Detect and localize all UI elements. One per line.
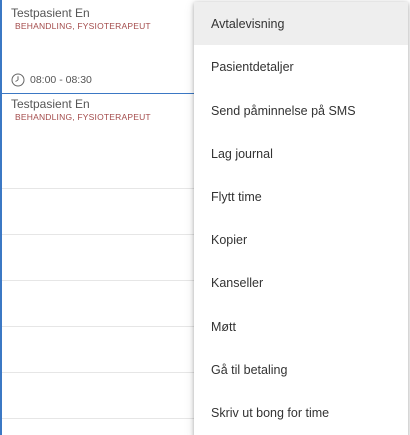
appointment-context-menu: Avtalevisning Pasientdetaljer Send påmin…	[194, 2, 408, 435]
menu-item-ga-til-betaling[interactable]: Gå til betaling	[194, 348, 408, 391]
appointment-type: BEHANDLING, FYSIOTERAPEUT	[15, 21, 151, 31]
menu-item-kopier[interactable]: Kopier	[194, 218, 408, 261]
menu-item-send-sms-reminder[interactable]: Send påminnelse på SMS	[194, 89, 408, 132]
menu-item-avtalevisning[interactable]: Avtalevisning	[194, 2, 408, 45]
grid-line	[2, 280, 194, 281]
menu-item-lag-journal[interactable]: Lag journal	[194, 132, 408, 175]
menu-item-skriv-ut-bong[interactable]: Skriv ut bong for time	[194, 391, 408, 434]
menu-item-flytt-time[interactable]: Flytt time	[194, 175, 408, 218]
appointment-patient-name: Testpasient En	[11, 97, 90, 111]
appointment-time: 08:00 - 08:30	[11, 73, 92, 87]
menu-item-mott[interactable]: Møtt	[194, 305, 408, 348]
grid-line	[2, 326, 194, 327]
appointment-card[interactable]: Testpasient En BEHANDLING, FYSIOTERAPEUT	[2, 94, 194, 144]
menu-item-kanseller[interactable]: Kanseller	[194, 261, 408, 304]
grid-line	[2, 234, 194, 235]
appointment-card[interactable]: Testpasient En BEHANDLING, FYSIOTERAPEUT…	[2, 0, 194, 94]
grid-line	[2, 188, 194, 189]
menu-item-pasientdetaljer[interactable]: Pasientdetaljer	[194, 45, 408, 88]
calendar-view: Testpasient En BEHANDLING, FYSIOTERAPEUT…	[0, 0, 410, 435]
appointment-patient-name: Testpasient En	[11, 6, 90, 20]
clock-icon	[11, 73, 25, 87]
appointment-type: BEHANDLING, FYSIOTERAPEUT	[15, 112, 151, 122]
appointment-time-text: 08:00 - 08:30	[30, 74, 92, 86]
grid-line	[2, 372, 194, 373]
grid-line	[2, 418, 194, 419]
